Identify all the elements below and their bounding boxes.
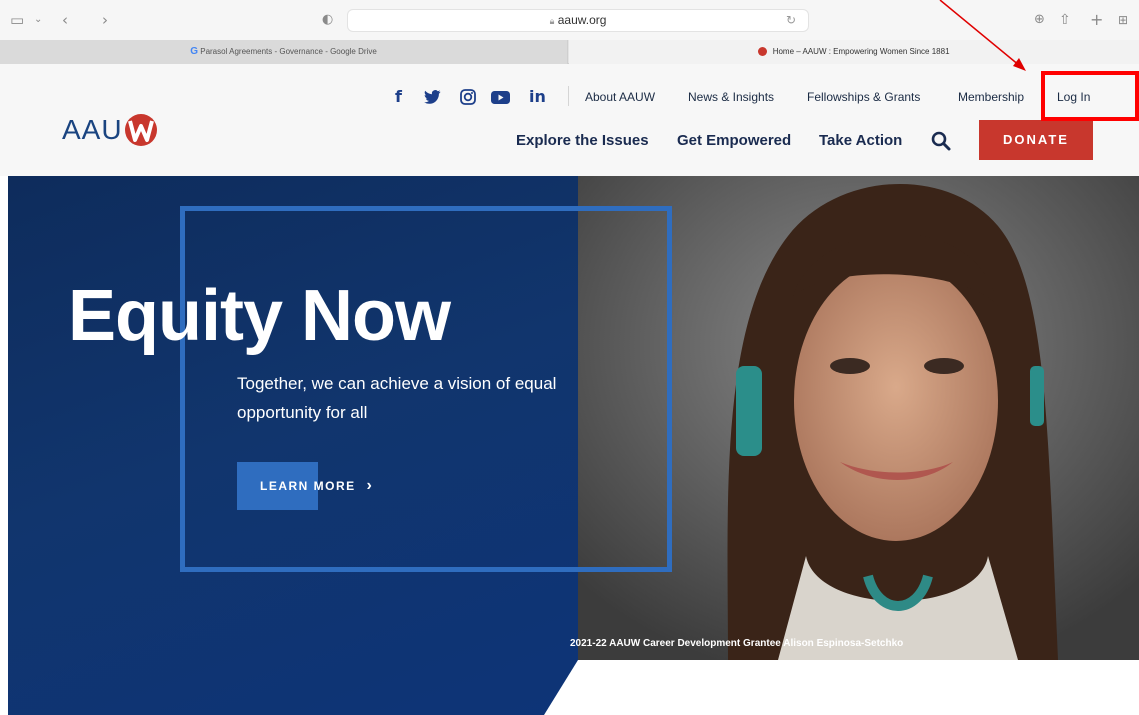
- tab-bar: G Parasol Agreements - Governance - Goog…: [0, 40, 1139, 64]
- learn-more-label: LEARN MORE ›: [260, 462, 373, 510]
- reload-icon[interactable]: ↻: [786, 13, 796, 27]
- nav-fellowships-grants[interactable]: Fellowships & Grants: [807, 89, 920, 105]
- youtube-icon[interactable]: [491, 91, 510, 104]
- aauw-favicon-icon: [758, 47, 768, 57]
- nav-about-aauw[interactable]: About AAUW: [585, 89, 655, 105]
- hero-title: Equity Now: [68, 276, 451, 356]
- browser-toolbar: ▭ ⌄ ‹ › ◐ 🔒︎ aauw.org ↻ ⊕ ⇧ + ⊞: [0, 0, 1139, 40]
- twitter-icon[interactable]: [424, 90, 441, 104]
- linkedin-glyph: in: [529, 87, 546, 106]
- url-text: aauw.org: [557, 13, 607, 27]
- aauw-logo[interactable]: AAU: [62, 110, 158, 150]
- tab-aauw-home[interactable]: Home – AAUW : Empowering Women Since 188…: [569, 40, 1139, 64]
- photo-caption: 2021-22 AAUW Career Development Grantee …: [570, 638, 904, 649]
- privacy-shield-icon[interactable]: ◐: [322, 10, 333, 30]
- nav-get-empowered[interactable]: Get Empowered: [677, 131, 791, 151]
- annotation-highlight-box: [1041, 71, 1139, 121]
- address-url: 🔒︎ aauw.org: [348, 13, 808, 27]
- lock-icon: 🔒︎: [549, 16, 555, 26]
- google-icon: G: [190, 46, 198, 57]
- screen: ▭ ⌄ ‹ › ◐ 🔒︎ aauw.org ↻ ⊕ ⇧ + ⊞ G Paraso…: [0, 0, 1139, 715]
- site-header: AAU f in About AAUW News & Insights Fell…: [0, 64, 1139, 176]
- nav-divider: [568, 86, 569, 106]
- nav-explore-the-issues[interactable]: Explore the Issues: [516, 131, 649, 151]
- tab-label: Home – AAUW : Empowering Women Since 188…: [772, 47, 950, 56]
- sidebar-toggle-icon[interactable]: ▭: [10, 10, 24, 30]
- donate-button[interactable]: DONATE: [979, 120, 1093, 160]
- instagram-icon[interactable]: [460, 89, 476, 105]
- learn-more-button[interactable]: LEARN MORE ›: [237, 462, 387, 510]
- learn-more-text: LEARN MORE: [260, 479, 356, 493]
- download-icon[interactable]: ⊕: [1034, 10, 1045, 30]
- back-icon[interactable]: ‹: [62, 10, 68, 30]
- facebook-glyph: f: [395, 87, 402, 106]
- share-icon[interactable]: ⇧: [1059, 10, 1071, 30]
- tab-google-drive[interactable]: G Parasol Agreements - Governance - Goog…: [0, 40, 568, 64]
- tab-label: Parasol Agreements - Governance - Google…: [200, 47, 377, 56]
- tab-overview-icon[interactable]: ⊞: [1118, 10, 1128, 30]
- hero-subtitle: Together, we can achieve a vision of equ…: [237, 374, 557, 422]
- chevron-down-icon[interactable]: ⌄: [34, 10, 42, 30]
- logo-w-mark-icon: [124, 114, 157, 146]
- logo-text: AAU: [62, 114, 123, 145]
- nav-take-action[interactable]: Take Action: [819, 131, 902, 151]
- new-tab-icon[interactable]: +: [1090, 10, 1103, 30]
- nav-news-insights[interactable]: News & Insights: [688, 89, 774, 105]
- nav-membership[interactable]: Membership: [958, 89, 1024, 105]
- chevron-right-icon: ›: [366, 477, 374, 494]
- address-bar[interactable]: 🔒︎ aauw.org ↻: [347, 9, 809, 32]
- forward-icon[interactable]: ›: [102, 10, 108, 30]
- search-icon[interactable]: [930, 130, 952, 152]
- hero-section: Equity Now Together, we can achieve a vi…: [8, 176, 1139, 715]
